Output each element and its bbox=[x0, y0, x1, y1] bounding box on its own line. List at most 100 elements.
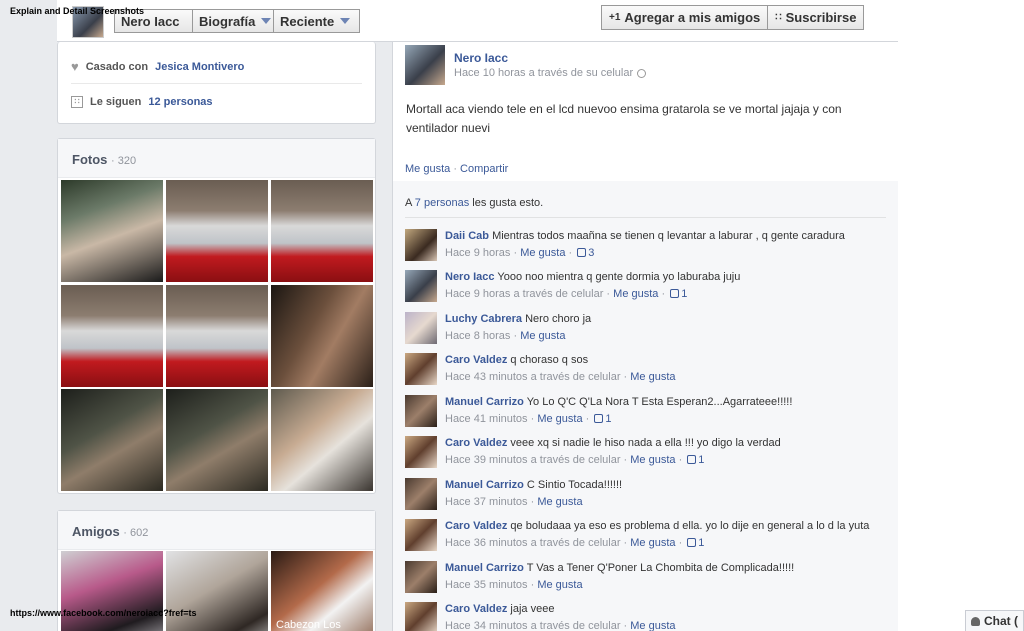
comment: Nero Iacc Yooo noo mientra q gente dormi… bbox=[405, 268, 887, 308]
likes-count-link[interactable]: 7 personas bbox=[415, 197, 469, 209]
comment-like-count[interactable]: 3 bbox=[588, 247, 594, 259]
likes-summary: A 7 personas les gusta esto. bbox=[405, 197, 543, 209]
photo-thumb[interactable] bbox=[166, 285, 268, 387]
comment-author[interactable]: Manuel Carrizo bbox=[445, 479, 524, 491]
likes-suffix: les gusta esto. bbox=[472, 197, 544, 209]
avatar[interactable] bbox=[405, 602, 437, 631]
right-gutter bbox=[898, 0, 1024, 631]
friends-title[interactable]: Amigos · 602 bbox=[72, 524, 148, 539]
comment-text: veee xq si nadie le hiso nada a ella !!!… bbox=[510, 437, 781, 449]
comment-meta: Hace 43 minutos a través de celular · Me… bbox=[445, 371, 676, 383]
comment-time[interactable]: Hace 9 horas bbox=[445, 247, 510, 259]
avatar[interactable] bbox=[405, 395, 437, 427]
comment-text: T Vas a Tener Q'Poner La Chombita de Com… bbox=[526, 562, 795, 574]
chevron-down-icon bbox=[340, 18, 351, 24]
avatar[interactable] bbox=[405, 270, 437, 302]
followers-link[interactable]: 12 personas bbox=[148, 96, 212, 108]
followers-prefix: Le siguen bbox=[90, 96, 142, 108]
comment-like-link[interactable]: Me gusta bbox=[520, 247, 565, 259]
comment-time[interactable]: Hace 34 minutos a través de celular bbox=[445, 620, 620, 631]
avatar[interactable] bbox=[405, 478, 437, 510]
avatar[interactable] bbox=[405, 229, 437, 261]
thumbs-up-icon bbox=[577, 248, 587, 257]
comment-like-link[interactable]: Me gusta bbox=[613, 288, 658, 300]
comment-like-link[interactable]: Me gusta bbox=[537, 496, 582, 508]
married-link[interactable]: Jesica Montivero bbox=[155, 61, 244, 73]
photo-thumb[interactable] bbox=[271, 180, 373, 282]
photo-thumb[interactable] bbox=[271, 389, 373, 491]
thumbs-up-icon bbox=[594, 414, 604, 423]
comment-like-link[interactable]: Me gusta bbox=[630, 371, 675, 383]
friend-thumb[interactable] bbox=[166, 551, 268, 631]
comment-like-link[interactable]: Me gusta bbox=[630, 537, 675, 549]
comment-meta: Hace 9 horas a través de celular · Me gu… bbox=[445, 288, 688, 300]
comment-author[interactable]: Caro Valdez bbox=[445, 603, 507, 615]
comment-time[interactable]: Hace 43 minutos a través de celular bbox=[445, 371, 620, 383]
add-friend-button[interactable]: +1 Agregar a mis amigos bbox=[601, 5, 769, 30]
comment-author[interactable]: Manuel Carrizo bbox=[445, 396, 524, 408]
photos-title[interactable]: Fotos · 320 bbox=[72, 152, 136, 167]
comment: Caro Valdez q choraso q sos Hace 43 minu… bbox=[405, 351, 887, 391]
biografia-label: Biografía bbox=[199, 13, 256, 29]
comment-like-count[interactable]: 1 bbox=[681, 288, 687, 300]
photo-thumb[interactable] bbox=[166, 389, 268, 491]
comment-author[interactable]: Caro Valdez bbox=[445, 520, 507, 532]
header-actions: +1 Agregar a mis amigos ∷ Suscribirse bbox=[601, 5, 865, 30]
reciente-label: Reciente bbox=[280, 13, 335, 29]
divider bbox=[71, 83, 362, 84]
comment-text: Yooo noo mientra q gente dormia yo labur… bbox=[497, 271, 741, 283]
photo-thumb[interactable] bbox=[271, 285, 373, 387]
post-author-link[interactable]: Nero Iacc bbox=[454, 51, 508, 65]
comment-author[interactable]: Manuel Carrizo bbox=[445, 562, 524, 574]
comment-author[interactable]: Caro Valdez bbox=[445, 354, 507, 366]
overlay-caption-top: Explain and Detail Screenshots bbox=[10, 6, 145, 16]
friend-thumb[interactable] bbox=[61, 551, 163, 631]
comment-like-link[interactable]: Me gusta bbox=[630, 454, 675, 466]
timeline-post: Nero Iacc Hace 10 horas a través de su c… bbox=[392, 42, 898, 631]
reciente-button[interactable]: Reciente bbox=[274, 9, 360, 33]
biografia-button[interactable]: Biografía bbox=[192, 9, 274, 33]
comment-time[interactable]: Hace 8 horas bbox=[445, 330, 510, 342]
comment-time[interactable]: Hace 41 minutos bbox=[445, 413, 528, 425]
comment: Caro Valdez veee xq si nadie le hiso nad… bbox=[405, 434, 887, 474]
chat-tab[interactable]: Chat ( bbox=[965, 610, 1024, 631]
avatar[interactable] bbox=[405, 561, 437, 593]
avatar[interactable] bbox=[405, 436, 437, 468]
comment-time[interactable]: Hace 39 minutos a través de celular bbox=[445, 454, 620, 466]
photo-thumb[interactable] bbox=[61, 285, 163, 387]
rss-icon: ∷ bbox=[775, 12, 782, 23]
comment-author[interactable]: Nero Iacc bbox=[445, 271, 495, 283]
post-author-avatar[interactable] bbox=[405, 45, 445, 85]
comment-like-count[interactable]: 1 bbox=[698, 454, 704, 466]
photo-thumb[interactable] bbox=[166, 180, 268, 282]
share-link[interactable]: Compartir bbox=[460, 163, 508, 175]
rss-icon: ∷ bbox=[71, 96, 83, 108]
photo-thumb[interactable] bbox=[61, 180, 163, 282]
person-icon bbox=[971, 616, 980, 626]
comment-like-link[interactable]: Me gusta bbox=[537, 413, 582, 425]
subscribe-button[interactable]: ∷ Suscribirse bbox=[768, 5, 865, 30]
comment-text: Yo Lo Q'C Q'La Nora T Esta Esperan2...Ag… bbox=[526, 396, 793, 408]
avatar[interactable] bbox=[405, 353, 437, 385]
comment-time[interactable]: Hace 35 minutos bbox=[445, 579, 528, 591]
comment-time[interactable]: Hace 37 minutos bbox=[445, 496, 528, 508]
comment-meta: Hace 35 minutos · Me gusta bbox=[445, 579, 583, 591]
avatar[interactable] bbox=[405, 312, 437, 344]
post-timestamp[interactable]: Hace 10 horas a través de su celular bbox=[454, 67, 633, 79]
like-link[interactable]: Me gusta bbox=[405, 163, 450, 175]
avatar[interactable] bbox=[405, 519, 437, 551]
divider bbox=[405, 217, 886, 218]
profile-header: Nero Iacc Biografía Reciente +1 Agregar … bbox=[57, 0, 898, 42]
comment-author[interactable]: Caro Valdez bbox=[445, 437, 507, 449]
comment-time[interactable]: Hace 36 minutos a través de celular bbox=[445, 537, 620, 549]
friend-thumb[interactable]: Cabezon Los bbox=[271, 551, 373, 631]
comment-like-link[interactable]: Me gusta bbox=[537, 579, 582, 591]
comment-author[interactable]: Luchy Cabrera bbox=[445, 313, 522, 325]
comment-author[interactable]: Daii Cab bbox=[445, 230, 489, 242]
photo-thumb[interactable] bbox=[61, 389, 163, 491]
comment-time[interactable]: Hace 9 horas a través de celular bbox=[445, 288, 603, 300]
comment-like-link[interactable]: Me gusta bbox=[630, 620, 675, 631]
comment-like-count[interactable]: 1 bbox=[605, 413, 611, 425]
comment-like-count[interactable]: 1 bbox=[698, 537, 704, 549]
comment-like-link[interactable]: Me gusta bbox=[520, 330, 565, 342]
